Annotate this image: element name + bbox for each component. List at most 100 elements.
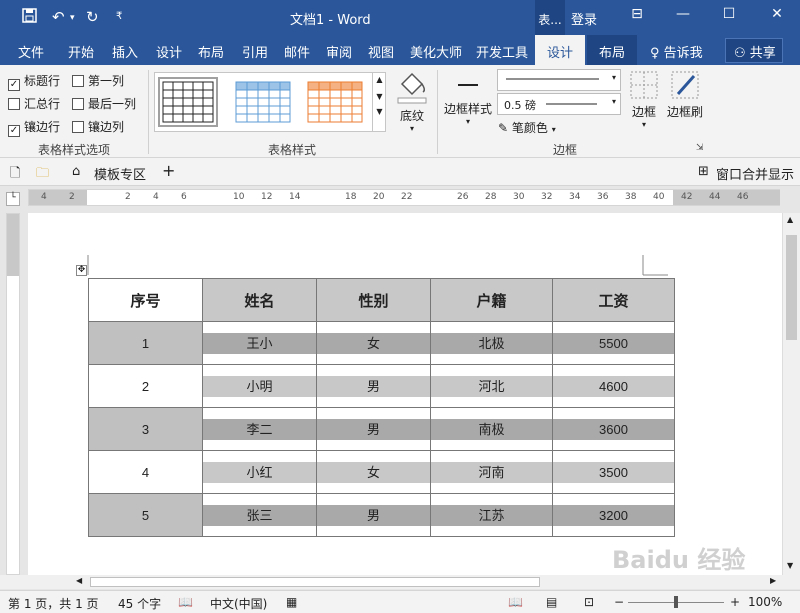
maximize-icon[interactable]: ☐ — [714, 6, 744, 22]
language-indicator[interactable]: 中文(中国) — [210, 595, 267, 612]
zoom-in-icon[interactable]: + — [730, 595, 740, 609]
ribbon-display-options-icon[interactable]: ⊟ — [622, 6, 652, 22]
login-link[interactable]: 登录 — [571, 9, 597, 28]
vertical-ruler[interactable] — [6, 213, 20, 575]
scroll-right-icon[interactable]: ▶ — [770, 576, 776, 585]
tab-references[interactable]: 引用 — [242, 42, 268, 61]
tab-home[interactable]: 开始 — [68, 42, 94, 61]
data-table[interactable]: 序号 姓名 性别 户籍 工资 1 王小 女 北极 5500 2 小明 男 河北 … — [88, 278, 675, 537]
line-style-dropdown[interactable]: ▾ — [497, 69, 621, 91]
table-cell[interactable]: 3 — [88, 407, 203, 451]
scroll-thumb[interactable] — [90, 577, 540, 587]
tab-layout[interactable]: 布局 — [198, 42, 224, 61]
tab-view[interactable]: 视图 — [368, 42, 394, 61]
checkbox-unchecked[interactable] — [72, 121, 84, 133]
table-cell[interactable]: 女 — [316, 321, 431, 365]
scroll-up-icon[interactable]: ▲ — [787, 215, 793, 224]
zoom-slider-thumb[interactable] — [674, 596, 678, 608]
word-count[interactable]: 45 个字 — [118, 595, 161, 612]
table-cell[interactable]: 男 — [316, 493, 431, 537]
undo-icon[interactable]: ↶ — [52, 8, 65, 26]
checkbox-banded-rows[interactable]: ✓ 镶边行 — [8, 118, 60, 137]
table-cell[interactable]: 5 — [88, 493, 203, 537]
gallery-down-icon[interactable]: ▼ — [373, 92, 386, 101]
table-cell[interactable]: 南极 — [430, 407, 553, 451]
tab-design[interactable]: 设计 — [156, 42, 182, 61]
read-mode-icon[interactable]: 📖 — [508, 595, 523, 609]
border-styles-button[interactable]: 边框样式 ▾ — [443, 70, 493, 126]
table-cell[interactable]: 李二 — [202, 407, 317, 451]
table-style-orange[interactable] — [305, 77, 365, 127]
scroll-left-icon[interactable]: ◀ — [76, 576, 82, 585]
table-cell[interactable]: 江苏 — [430, 493, 553, 537]
checkbox-last-column[interactable]: 最后一列 — [72, 95, 136, 112]
new-document-icon[interactable]: 🗋 — [10, 164, 20, 186]
header-cell[interactable]: 工资 — [552, 278, 675, 322]
gallery-more-icon[interactable]: ▼ — [373, 107, 386, 116]
macro-record-icon[interactable]: ▦ — [286, 595, 297, 609]
line-weight-dropdown[interactable]: 0.5 磅 ▾ — [497, 93, 621, 115]
scroll-thumb[interactable] — [786, 235, 797, 340]
proofing-icon[interactable]: 📖 — [178, 595, 193, 609]
table-cell[interactable]: 3200 — [552, 493, 675, 537]
table-cell[interactable]: 4 — [88, 450, 203, 494]
header-cell[interactable]: 姓名 — [202, 278, 317, 322]
zoom-level[interactable]: 100% — [748, 595, 782, 609]
template-zone-tab[interactable]: 模板专区 — [94, 164, 146, 183]
checkbox-first-column[interactable]: 第一列 — [72, 72, 124, 89]
checkbox-banded-columns[interactable]: 镶边列 — [72, 118, 124, 135]
table-cell[interactable]: 3500 — [552, 450, 675, 494]
shading-button[interactable]: 底纹 ▾ — [394, 70, 430, 133]
tab-file[interactable]: 文件 — [18, 42, 44, 61]
table-cell[interactable]: 女 — [316, 450, 431, 494]
horizontal-ruler[interactable]: 4 2 2 4 6 10 12 14 18 20 22 26 28 30 32 … — [28, 189, 780, 206]
header-cell[interactable]: 性别 — [316, 278, 431, 322]
tab-selector[interactable]: └ — [6, 192, 20, 206]
checkbox-unchecked[interactable] — [72, 75, 84, 87]
table-cell[interactable]: 王小 — [202, 321, 317, 365]
web-layout-icon[interactable]: ⊡ — [584, 595, 594, 609]
page-count[interactable]: 第 1 页，共 1 页 — [8, 595, 99, 612]
pen-color-button[interactable]: ✎ 笔颜色 ▾ — [498, 119, 556, 136]
dialog-launcher-icon[interactable]: ⇲ — [696, 143, 704, 153]
tell-me-search[interactable]: ♀ 告诉我 — [650, 42, 703, 61]
document-page[interactable]: ✥ 序号 姓名 性别 户籍 工资 1 王小 女 北极 5500 2 小明 男 河… — [28, 213, 782, 575]
table-cell[interactable]: 河北 — [430, 364, 553, 408]
scroll-down-icon[interactable]: ▼ — [787, 561, 793, 570]
table-cell[interactable]: 男 — [316, 364, 431, 408]
print-layout-icon[interactable]: ▤ — [546, 595, 557, 609]
window-merge-label[interactable]: 窗口合并显示 — [716, 164, 794, 183]
gallery-up-icon[interactable]: ▲ — [373, 75, 386, 84]
tab-review[interactable]: 审阅 — [326, 42, 352, 61]
tab-beautify-master[interactable]: 美化大师 — [410, 42, 462, 61]
table-style-plain-grid[interactable] — [158, 77, 218, 127]
tab-table-design[interactable]: 设计 — [535, 35, 586, 65]
header-cell[interactable]: 序号 — [88, 278, 203, 322]
table-cell[interactable]: 3600 — [552, 407, 675, 451]
tab-developer[interactable]: 开发工具 — [476, 42, 528, 61]
table-cell[interactable]: 5500 — [552, 321, 675, 365]
zoom-out-icon[interactable]: − — [614, 595, 624, 609]
table-styles-gallery[interactable] — [154, 72, 386, 132]
tab-table-layout[interactable]: 布局 — [587, 35, 638, 65]
table-cell[interactable]: 男 — [316, 407, 431, 451]
share-button[interactable]: ⚇ 共享 — [725, 38, 783, 63]
table-cell[interactable]: 小明 — [202, 364, 317, 408]
table-cell[interactable]: 小红 — [202, 450, 317, 494]
checkbox-header-row[interactable]: ✓ 标题行 — [8, 72, 60, 91]
borders-button[interactable]: 边框 ▾ — [626, 70, 662, 129]
folder-icon[interactable]: 🗀 — [36, 164, 49, 186]
tab-mailings[interactable]: 邮件 — [284, 42, 310, 61]
table-cell[interactable]: 河南 — [430, 450, 553, 494]
header-cell[interactable]: 户籍 — [430, 278, 553, 322]
table-cell[interactable]: 张三 — [202, 493, 317, 537]
close-icon[interactable]: ✕ — [762, 6, 792, 22]
table-cell[interactable]: 北极 — [430, 321, 553, 365]
gallery-scroll[interactable]: ▲ ▼ ▼ — [372, 72, 386, 132]
checkbox-checked[interactable]: ✓ — [8, 125, 20, 137]
undo-dropdown-icon[interactable]: ▾ — [70, 13, 75, 23]
redo-icon[interactable]: ↻ — [86, 8, 99, 26]
table-cell[interactable]: 2 — [88, 364, 203, 408]
save-icon[interactable] — [22, 8, 37, 27]
border-painter-button[interactable]: 边框刷 — [664, 70, 706, 120]
